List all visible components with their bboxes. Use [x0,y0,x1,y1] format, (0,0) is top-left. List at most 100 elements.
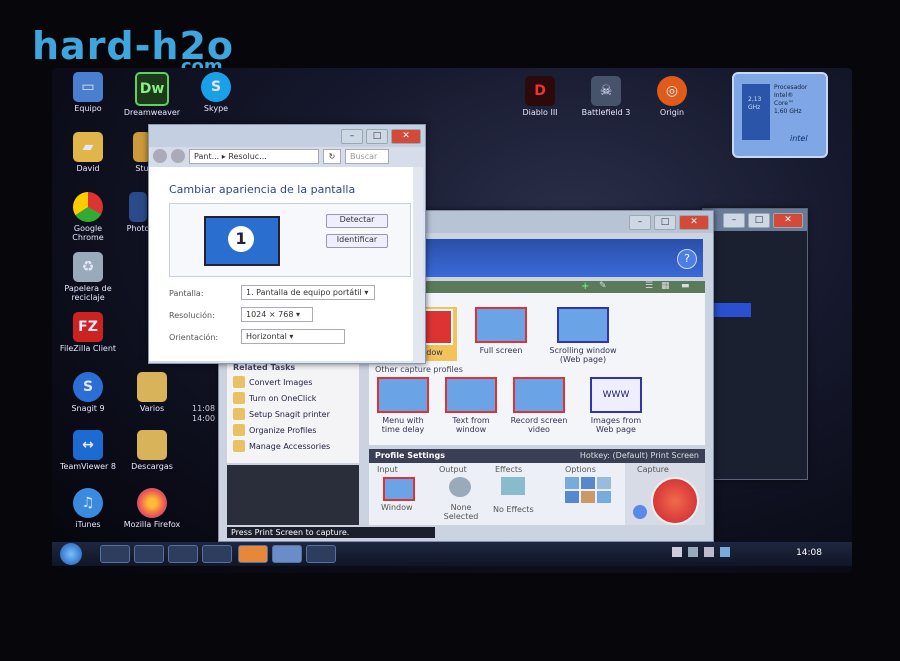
grid-view-icon[interactable]: ▦ [661,281,670,291]
minimize-button[interactable]: – [723,212,745,228]
task-convert-images[interactable]: Convert Images [233,376,353,388]
task-setup-printer[interactable]: Setup Snagit printer [233,408,353,420]
desktop-icon-diablo[interactable]: D Diablo III [510,76,570,117]
desktop-icon-david[interactable]: ▰ David [58,132,118,173]
status-bar: Press Print Screen to capture. [227,527,435,538]
taskbar-display-icon[interactable] [272,545,302,563]
taskbar-firefox-icon[interactable] [238,545,268,563]
desktop-icon-chrome[interactable]: Google Chrome [58,192,118,242]
orientation-select[interactable]: Horizontal ▾ [241,329,345,344]
gadget-line: GHz [748,104,761,111]
maximize-button[interactable]: □ [748,212,770,228]
profile-text-from-window[interactable]: Text from window [441,377,501,434]
capture-button[interactable] [651,477,699,525]
photo-icon [129,192,147,222]
taskbar-chrome-icon[interactable] [100,545,130,563]
desktop-icon-dreamweaver[interactable]: Dw Dreamweaver [122,72,182,117]
profile-full-screen[interactable]: Full screen [471,307,531,355]
resolution-select[interactable]: 1024 × 768 ▾ [241,307,313,322]
option-toggle[interactable] [597,491,611,503]
related-tasks-panel: Related Tasks Convert Images Turn on One… [227,359,359,463]
capture-options-icon[interactable] [633,505,647,519]
minimize-button[interactable]: – [629,214,651,230]
snagit-icon: S [73,372,103,402]
screen-label: Pantalla: [169,289,204,298]
option-toggle[interactable] [565,491,579,503]
scrollbar[interactable] [413,167,423,361]
task-organize-profiles[interactable]: Organize Profiles [233,424,353,436]
tray-flag-icon[interactable] [672,547,682,557]
refresh-icon[interactable]: ↻ [323,148,341,164]
input-window-icon[interactable] [383,477,415,501]
partial-text-1: 11:08 [192,404,216,413]
display-settings-window[interactable]: – □ ✕ Pant... ▸ Resoluc... ↻ Buscar Camb… [148,124,426,364]
desktop-icon-equipo[interactable]: ▭ Equipo [58,72,118,113]
identify-button[interactable]: Identificar [326,234,388,248]
profile-scrolling-window[interactable]: Scrolling window (Web page) [545,307,621,364]
breadcrumb[interactable]: Pant... ▸ Resoluc... [189,148,319,164]
tray-speaker-icon[interactable] [704,547,714,557]
other-profiles-label: Other capture profiles [375,365,463,374]
folder-icon[interactable]: ▬ [681,281,690,291]
option-toggle[interactable] [581,477,595,489]
add-profile-icon[interactable]: + [581,281,589,292]
maximize-button[interactable]: □ [654,214,676,230]
desktop-icon-origin[interactable]: ◎ Origin [642,76,702,117]
profile-images-web-page[interactable]: WWW Images from Web page [581,377,651,434]
close-button[interactable]: ✕ [391,128,421,144]
back-arrow-icon[interactable] [153,149,167,163]
desktop-icon-itunes[interactable]: ♫ iTunes [58,488,118,529]
task-manage-accessories[interactable]: Manage Accessories [233,440,353,452]
close-button[interactable]: ✕ [773,212,803,228]
snagit-side-dark [227,465,359,525]
cpu-gadget[interactable]: 2,13 GHz Procesador Intel® Core™ 1,60 GHz i… [732,72,828,158]
filezilla-icon: FZ [73,312,103,342]
minimize-button[interactable]: – [341,128,363,144]
tray-network-icon[interactable] [688,547,698,557]
recycle-bin-icon: ♻ [73,252,103,282]
list-view-icon[interactable]: ☰ [645,281,653,291]
profile-record-video[interactable]: Record screen video [509,377,569,434]
effects-icon[interactable] [501,477,525,495]
task-turn-on-oneclick[interactable]: Turn on OneClick [233,392,353,404]
forward-arrow-icon[interactable] [171,149,185,163]
tray-dropbox-icon[interactable] [720,547,730,557]
taskbar-notes-icon[interactable] [202,545,232,563]
folder-icon [137,372,167,402]
folder-user-icon: ▰ [73,132,103,162]
monitor-1-icon[interactable]: 1 [204,216,280,266]
output-magnifier-icon[interactable] [449,477,471,497]
edit-profile-icon[interactable]: ✎ [599,281,607,291]
desktop-icon-filezilla[interactable]: FZ FileZilla Client [58,312,118,353]
screen-select[interactable]: 1. Pantalla de equipo portátil ▾ [241,285,375,300]
option-toggle[interactable] [581,491,595,503]
taskbar-explorer-icon[interactable] [134,545,164,563]
option-toggle[interactable] [565,477,579,489]
desktop-icon-skype[interactable]: S Skype [186,72,246,113]
close-button[interactable]: ✕ [679,214,709,230]
gadget-line: 2,13 [748,96,762,103]
option-toggle[interactable] [597,477,611,489]
search-input[interactable]: Buscar [345,148,389,164]
page-title: Cambiar apariencia de la pantalla [169,183,356,196]
desktop-icon-snagit[interactable]: S Snagit 9 [58,372,118,413]
taskbar-snagit-icon[interactable] [306,545,336,563]
taskbar: 14:08 [52,542,852,566]
start-button[interactable] [60,543,82,565]
background-window[interactable]: – □ ✕ [702,208,808,480]
text-capture-icon [445,377,497,413]
full-screen-icon [475,307,527,343]
maximize-button[interactable]: □ [366,128,388,144]
intel-logo: intel [790,134,808,143]
clock[interactable]: 14:08 [796,548,822,558]
desktop-icon-teamviewer[interactable]: ↔ TeamViewer 8 [58,430,118,471]
desktop-icon-varios[interactable]: Varios [122,372,182,413]
detect-button[interactable]: Detectar [326,214,388,228]
desktop-icon-recycle-bin[interactable]: ♻ Papelera de reciclaje [58,252,118,302]
help-icon[interactable]: ? [677,249,697,269]
desktop-icon-firefox[interactable]: Mozilla Firefox [122,488,182,529]
desktop-icon-battlefield[interactable]: ☠ Battlefield 3 [576,76,636,117]
desktop-icon-descargas[interactable]: Descargas [122,430,182,471]
profile-menu-time-delay[interactable]: Menu with time delay [373,377,433,434]
taskbar-media-icon[interactable] [168,545,198,563]
